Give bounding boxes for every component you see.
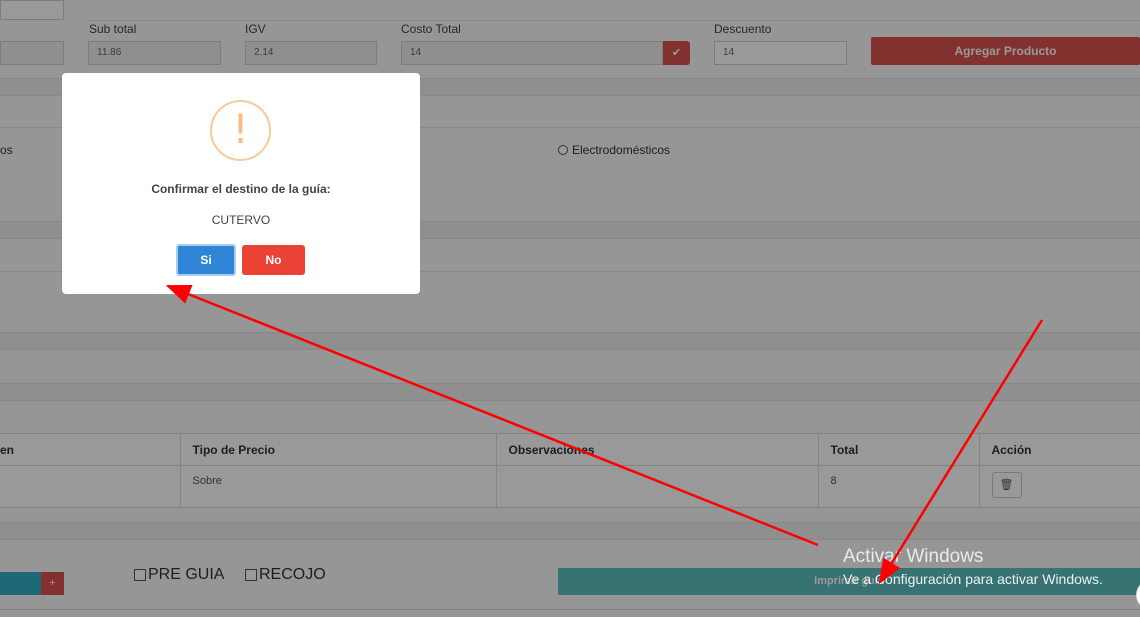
annotation-arrow-to-dialog xyxy=(165,284,819,547)
annotation-arrow-to-print xyxy=(878,319,1044,585)
annotation-arrows xyxy=(165,284,1044,585)
